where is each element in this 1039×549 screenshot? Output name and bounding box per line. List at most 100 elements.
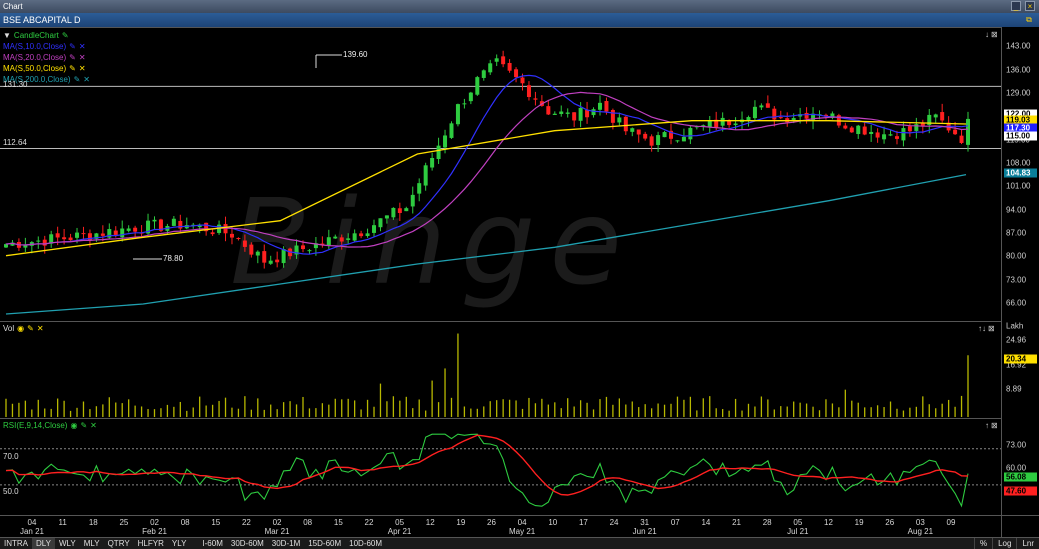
legend-volume[interactable]: Vol ◉ ✎ ✕ [3, 324, 44, 333]
tf-hlfyr[interactable]: HLFYR [134, 538, 168, 549]
price-axis[interactable]: 143.00136.00129.00122.00115.00108.00101.… [1001, 27, 1039, 321]
candle-body [675, 140, 680, 142]
candle-body [68, 237, 73, 241]
percent-scale-button[interactable]: % [973, 538, 992, 549]
lower-hline-label: 112.64 [3, 138, 27, 147]
pencil-icon[interactable]: ✎ [69, 42, 76, 51]
pencil-icon[interactable]: ✎ [27, 324, 34, 333]
candle-body [417, 183, 422, 194]
remove-icon[interactable]: ✕ [79, 42, 86, 51]
rsi-level-low: 50.0 [3, 487, 19, 496]
date-tick: 31 Jun 21 [632, 518, 657, 536]
pencil-icon[interactable]: ✎ [80, 421, 87, 430]
close-button[interactable]: × [1025, 1, 1035, 11]
tf-yly[interactable]: YLY [168, 538, 191, 549]
candle-body [966, 118, 970, 145]
linear-scale-button[interactable]: Lnr [1016, 538, 1039, 549]
tf-15d-60m[interactable]: 15D-60M [304, 538, 345, 549]
legend-ma50[interactable]: MA(S,50.0,Close) ✎ ✕ [3, 64, 86, 73]
candle-body [372, 225, 377, 233]
tf-30d-60m[interactable]: 30D-60M [227, 538, 268, 549]
date-tick: 08 [303, 518, 313, 527]
restore-icon[interactable]: ⧉ [1024, 15, 1034, 25]
pencil-icon[interactable]: ✎ [74, 75, 81, 84]
candle-body [307, 250, 312, 252]
candle-body [643, 133, 648, 139]
legend-ma10[interactable]: MA(S,10.0,Close) ✎ ✕ [3, 42, 86, 51]
candle-body [888, 134, 893, 136]
remove-icon[interactable]: ✕ [79, 53, 86, 62]
rsi-pane[interactable]: RSI(E,9,14,Close) ◉ ✎ ✕ ↑ ⊠ 70.0 50.0 [0, 418, 1001, 515]
date-tick: 26 [885, 518, 895, 527]
legend-ma20[interactable]: MA(S,20.0,Close) ✎ ✕ [3, 53, 86, 62]
tf-mly[interactable]: MLY [80, 538, 104, 549]
price-tick: 80.00 [1006, 251, 1027, 261]
date-tick: 09 [946, 518, 956, 527]
candle-body [23, 245, 28, 248]
candle-body [455, 104, 460, 125]
tf-30d-1m[interactable]: 30D-1M [268, 538, 304, 549]
candle-body [210, 232, 215, 235]
rsi-chart [0, 433, 1001, 508]
remove-icon[interactable]: ✕ [90, 421, 97, 430]
price-pane[interactable]: Binge ▼ CandleChart ✎ MA(S,10.0,Close) ✎… [0, 27, 1001, 321]
candle-body [843, 125, 848, 129]
timeframe-toolbar: INTRA DLY WLY MLY QTRY HLFYR YLY I-60M 3… [0, 537, 1039, 549]
candle-body [940, 112, 945, 121]
candle-body [410, 194, 415, 207]
price-tick: 87.00 [1006, 228, 1027, 238]
candle-body [100, 233, 105, 236]
tf-qtry[interactable]: QTRY [104, 538, 134, 549]
pane-controls[interactable]: ↓ ⊠ [985, 30, 998, 39]
pane-controls[interactable]: ↑↓ ⊠ [978, 324, 995, 333]
candle-body [933, 114, 938, 118]
date-tick: 04 Jan 21 [19, 518, 45, 536]
date-axis[interactable]: 04 Jan 21 11 18 25 02 Feb 21 08 15 22 02 Mar 21 08 15… [0, 515, 1001, 537]
pencil-icon[interactable]: ✎ [62, 31, 69, 40]
volume-axis[interactable]: Lakh 24.96 16.92 8.89 20.34 [1001, 321, 1039, 418]
candle-body [578, 107, 583, 121]
tf-intra[interactable]: INTRA [0, 538, 32, 549]
pencil-icon[interactable]: ✎ [69, 53, 76, 62]
tf-i-60m[interactable]: I-60M [198, 538, 226, 549]
candle-body [869, 131, 874, 135]
rsi-tick: 60.00 [1006, 463, 1027, 473]
candle-body [171, 218, 176, 226]
candle-body [849, 127, 854, 133]
candle-body [229, 233, 234, 238]
candle-body [565, 112, 570, 114]
legend-candle[interactable]: ▼ CandleChart ✎ [3, 31, 69, 40]
date-tick: 15 [333, 518, 343, 527]
remove-icon[interactable]: ✕ [79, 64, 86, 73]
candle-body [597, 102, 602, 110]
eye-icon[interactable]: ◉ [17, 324, 24, 333]
date-tick: 22 [241, 518, 251, 527]
tf-dly[interactable]: DLY [32, 538, 55, 549]
pane-controls[interactable]: ↑ ⊠ [985, 421, 998, 430]
remove-icon[interactable]: ✕ [37, 324, 44, 333]
candle-body [365, 233, 370, 237]
candle-body [255, 251, 260, 256]
remove-icon[interactable]: ✕ [83, 75, 90, 84]
eye-icon[interactable]: ◉ [70, 421, 77, 430]
rsi-axis[interactable]: 73.00 60.00 56.08 47.60 [1001, 418, 1039, 515]
candle-body [339, 237, 344, 242]
candle-body [436, 145, 441, 159]
candle-body [772, 108, 777, 120]
volume-tag: 20.34 [1004, 354, 1037, 364]
collapse-icon: ▼ [3, 31, 11, 40]
tf-wly[interactable]: WLY [55, 538, 80, 549]
legend-rsi[interactable]: RSI(E,9,14,Close) ◉ ✎ ✕ [3, 421, 97, 430]
tf-10d-60m[interactable]: 10D-60M [345, 538, 386, 549]
price-tick: 101.00 [1006, 181, 1031, 191]
date-tick: 26 [487, 518, 496, 527]
candle-body [236, 238, 241, 240]
volume-pane[interactable]: Vol ◉ ✎ ✕ ↑↓ ⊠ [0, 321, 1001, 418]
rsi-label: RSI(E,9,14,Close) [3, 421, 68, 430]
log-scale-button[interactable]: Log [992, 538, 1016, 549]
date-tick: 19 [854, 518, 864, 527]
candle-body [42, 239, 47, 246]
price-tick: 66.00 [1006, 298, 1027, 308]
minimize-button[interactable]: _ [1011, 1, 1021, 11]
pencil-icon[interactable]: ✎ [69, 64, 76, 73]
